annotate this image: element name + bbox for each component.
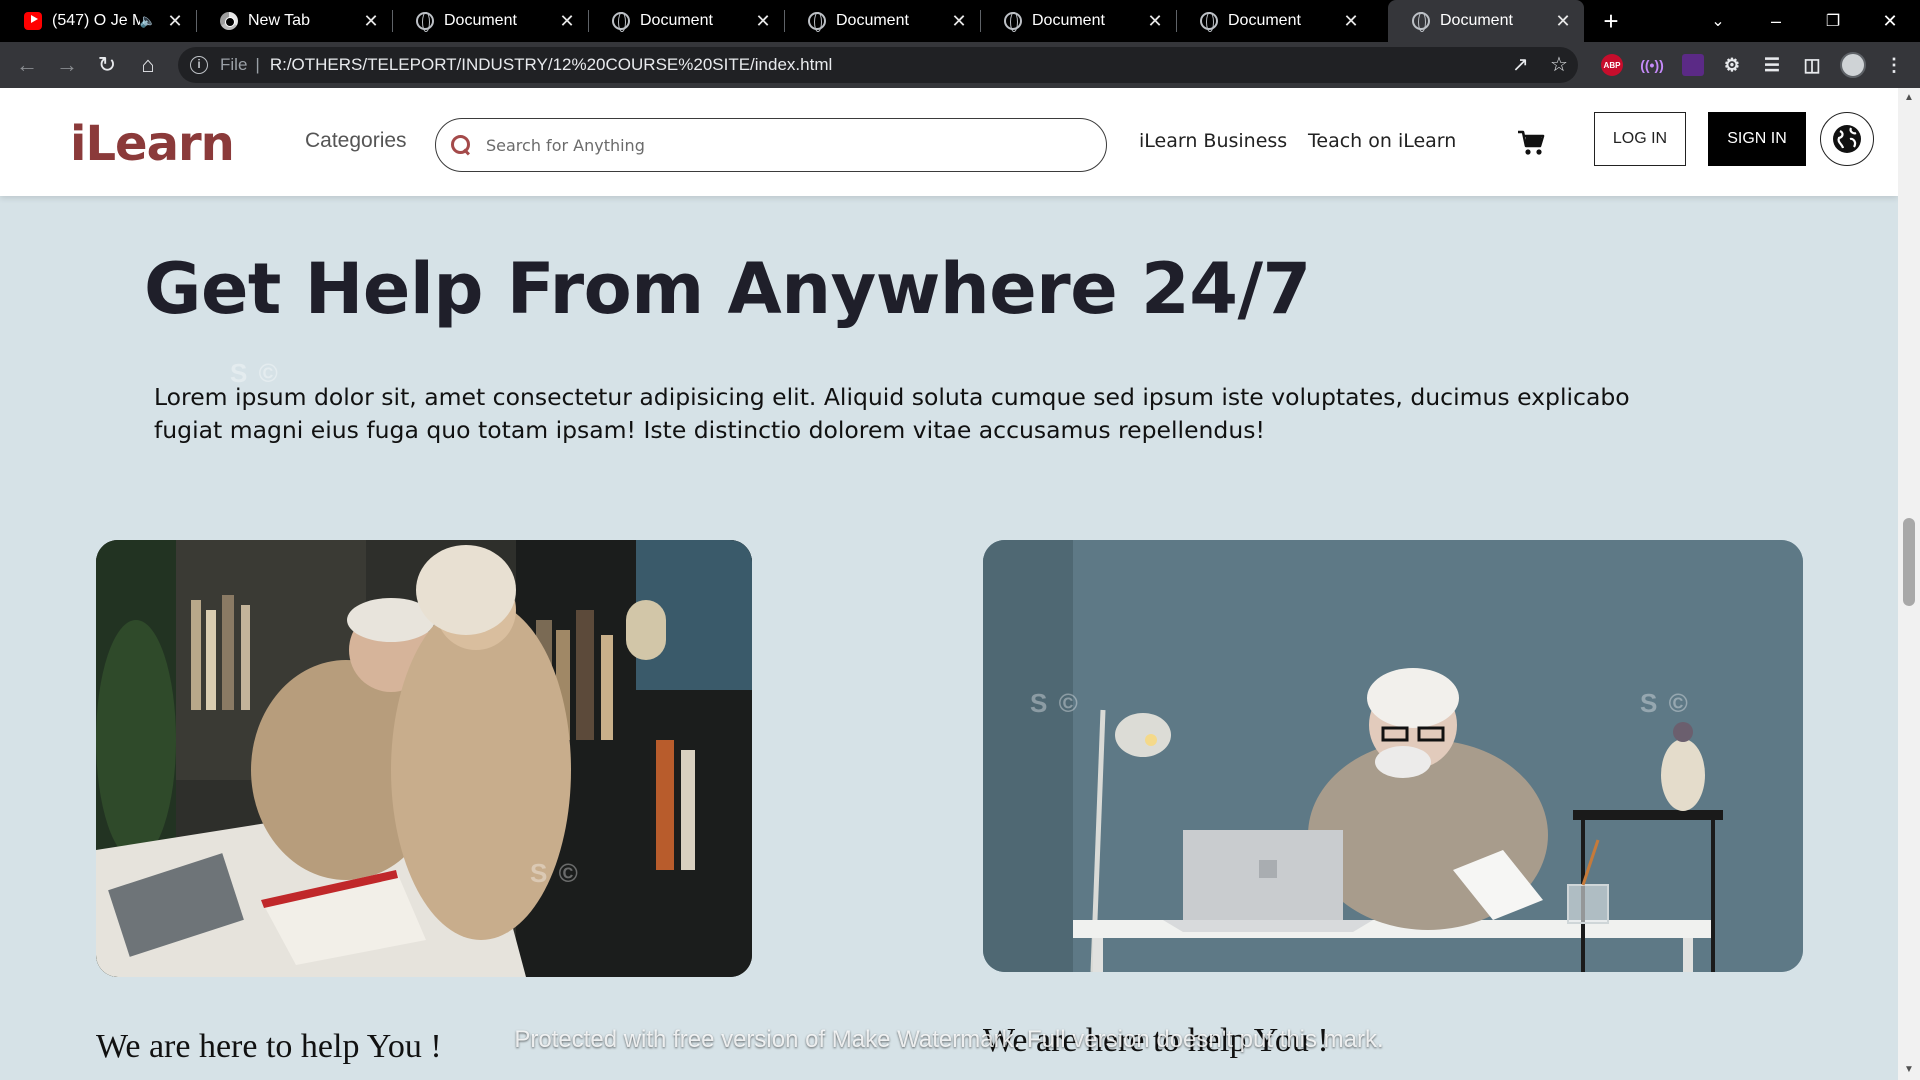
site-info-icon[interactable]: i [190,56,208,74]
profile-avatar[interactable] [1840,52,1866,78]
watermark-mark: S © [230,358,280,388]
browser-tab[interactable]: Document ✕ [980,0,1176,42]
search-box[interactable] [435,118,1107,172]
address-divider: | [255,55,260,74]
login-button[interactable]: LOG IN [1594,112,1686,166]
reload-icon[interactable]: ↻ [92,50,122,80]
restore-button[interactable]: ❐ [1811,0,1855,42]
watermark-notice: Protected with free version of Make Wate… [514,1026,1384,1053]
close-tab-icon[interactable]: ✕ [754,11,772,32]
broadcast-extension-icon[interactable]: ((•)) [1640,54,1664,76]
close-tab-icon[interactable]: ✕ [362,11,380,32]
tab-title: Document [1228,12,1301,29]
browser-toolbar: ← → ↻ ⌂ i File | R:/OTHERS/TELEPORT/INDU… [0,42,1920,88]
search-icon [450,134,472,156]
tab-search-chevron-icon[interactable]: ⌄ [1696,0,1740,42]
close-tab-icon[interactable]: ✕ [1342,11,1360,32]
search-input[interactable] [486,135,1046,155]
globe-icon [416,12,434,32]
globe-icon [612,12,630,32]
photo-illustration [96,540,752,977]
reading-list-icon[interactable]: ☰ [1761,54,1783,76]
forward-arrow-icon[interactable]: → [52,50,82,80]
browser-tab[interactable]: Document ✕ [784,0,980,42]
close-tab-icon[interactable]: ✕ [166,11,184,32]
globe-icon [1833,125,1861,153]
nav-ilearn-business[interactable]: iLearn Business [1139,130,1287,152]
browser-tab[interactable]: Document ✕ [1176,0,1372,42]
globe-icon [1004,12,1022,32]
browser-tab[interactable]: New Tab ✕ [196,0,392,42]
page-viewport: iLearn Categories iLearn Business Teach … [0,88,1898,1080]
share-icon[interactable]: ↗ [1512,52,1529,77]
watermark-mark: S © [1030,688,1080,718]
browser-tab[interactable]: Document ✕ [392,0,588,42]
browser-tab[interactable]: Document ✕ [588,0,784,42]
nav-categories[interactable]: Categories [305,129,407,153]
browser-tab[interactable]: (547) O Je Ma 🔈 ✕ [0,0,196,42]
close-tab-icon[interactable]: ✕ [1554,11,1572,32]
watermark-mark: S © [1640,688,1690,718]
page-title: Get Help From Anywhere 24/7 [144,248,1311,330]
address-url[interactable]: R:/OTHERS/TELEPORT/INDUSTRY/12%20COURSE%… [270,55,832,75]
card-image-couple [96,540,752,977]
card-image-man-laptop [983,540,1803,972]
tab-title: Document [836,12,909,29]
chrome-icon [220,12,238,30]
shopping-cart-icon[interactable] [1516,128,1546,158]
close-tab-icon[interactable]: ✕ [558,11,576,32]
home-icon[interactable]: ⌂ [133,50,163,80]
globe-icon [1412,12,1430,32]
speaker-icon[interactable]: 🔈 [140,13,156,29]
menu-kebab-icon[interactable]: ⋮ [1883,54,1905,76]
close-tab-icon[interactable]: ✕ [1146,11,1164,32]
scrollbar-thumb[interactable] [1903,518,1915,606]
hero-paragraph: Lorem ipsum dolor sit, amet consectetur … [154,383,1630,444]
puzzle-extensions-icon[interactable]: ⚙ [1721,54,1743,76]
back-arrow-icon[interactable]: ← [12,50,42,80]
address-bar[interactable]: i File | R:/OTHERS/TELEPORT/INDUSTRY/12%… [178,47,1578,83]
youtube-icon [24,12,42,30]
nav-teach-on-ilearn[interactable]: Teach on iLearn [1308,130,1456,152]
site-logo[interactable]: iLearn [70,116,235,172]
signin-button[interactable]: SIGN IN [1708,112,1806,166]
tab-title: Document [1032,12,1105,29]
site-header: iLearn Categories iLearn Business Teach … [0,88,1898,196]
watermark-mark: S © [530,858,580,888]
address-scheme: File [220,55,248,74]
grid-extension-icon[interactable] [1682,54,1704,76]
language-button[interactable] [1820,112,1874,166]
globe-icon [808,12,826,32]
tab-title: Document [640,12,713,29]
browser-tab-active[interactable]: Document ✕ [1388,0,1584,42]
globe-icon [1200,12,1218,32]
scroll-up-arrow-icon[interactable]: ▲ [1904,92,1914,103]
close-window-button[interactable]: ✕ [1868,0,1912,42]
new-tab-button[interactable]: + [1589,0,1633,42]
tab-title: Document [444,12,517,29]
tab-title: New Tab [248,12,310,29]
scroll-down-arrow-icon[interactable]: ▼ [1904,1064,1914,1075]
page-scrollbar[interactable]: ▲ ▼ [1898,88,1920,1080]
photo-illustration [983,540,1803,972]
minimize-button[interactable]: – [1754,0,1798,42]
close-tab-icon[interactable]: ✕ [950,11,968,32]
adblock-extension-icon[interactable]: ABP [1601,54,1623,76]
browser-tab-strip: (547) O Je Ma 🔈 ✕ New Tab ✕ Document ✕ D… [0,0,1920,42]
tab-title: (547) O Je Ma [52,12,140,29]
side-panel-icon[interactable]: ◫ [1801,54,1823,76]
bookmark-star-icon[interactable]: ☆ [1550,52,1568,77]
tab-title: Document [1440,12,1513,29]
